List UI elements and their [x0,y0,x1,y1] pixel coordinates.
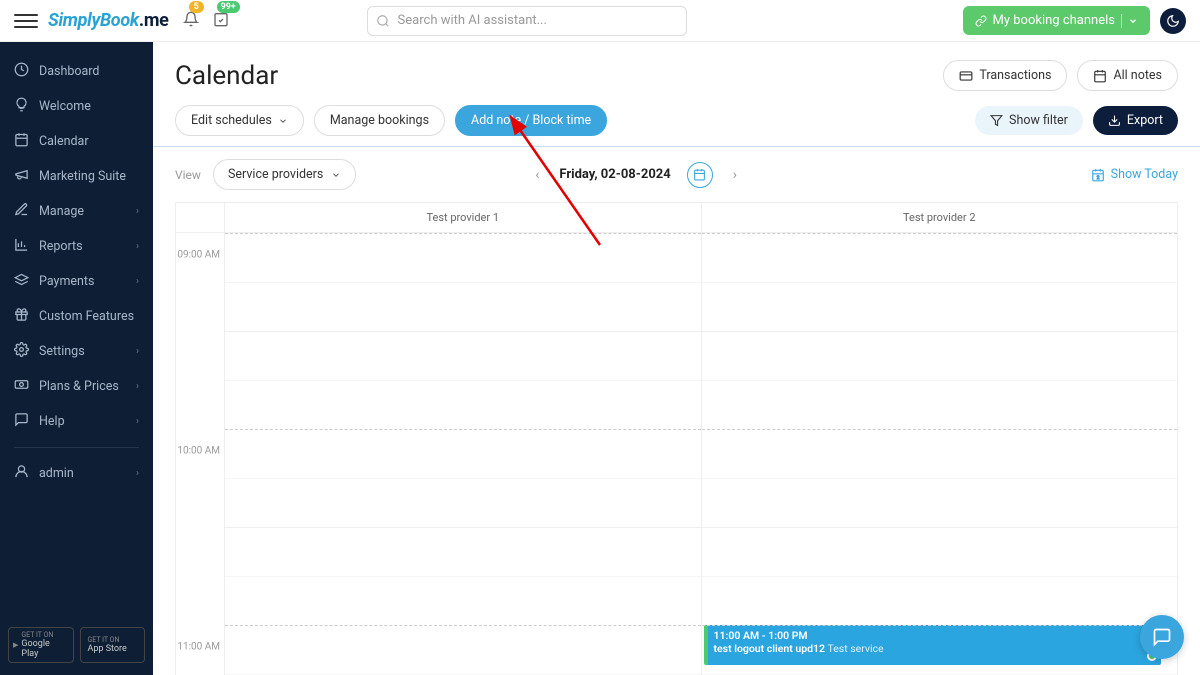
chevron-down-icon [331,170,341,180]
user-icon [14,464,29,483]
card-icon [959,69,973,83]
sidebar-item-label: Payments [39,274,94,289]
filter-icon [990,114,1003,127]
sidebar-item-reports[interactable]: Reports › [0,229,153,264]
sidebar-item-label: Help [39,414,65,429]
calendar-header: Test provider 1 Test provider 2 [175,202,1178,232]
wallet-icon [14,272,29,291]
search-icon [376,13,390,32]
edit-schedules-button[interactable]: Edit schedules [175,105,304,136]
sidebar-item-dashboard[interactable]: Dashboard [0,54,153,89]
prev-date-button[interactable]: ‹ [531,163,543,187]
sidebar-item-label: Reports [39,239,83,254]
topbar: SimplyBook.me 5 99+ My booking channels [0,0,1200,42]
hour-label: 10:00 AM [177,446,220,457]
sidebar-item-label: Calendar [39,134,89,149]
chevron-down-icon [278,116,288,126]
chevron-right-icon: › [136,276,139,287]
money-icon [14,377,29,396]
hour-label: 11:00 AM [177,642,220,653]
calendar-grid[interactable]: 09:00 AM 10:00 AM 11:00 AM 11:00 AM - 1:00… [175,232,1178,675]
sidebar-item-help[interactable]: Help › [0,404,153,439]
pencil-icon [14,202,29,221]
sidebar-item-calendar[interactable]: Calendar [0,124,153,159]
hour-label: 09:00 AM [177,250,220,261]
current-date: Friday, 02-08-2024 [559,167,670,182]
sidebar-item-payments[interactable]: Payments › [0,264,153,299]
sidebar-item-label: Manage [39,204,84,219]
chevron-right-icon: › [136,206,139,217]
gauge-icon [14,62,29,81]
chat-icon [14,412,29,431]
sidebar-item-label: Settings [39,344,85,359]
calendar-icon [693,168,706,181]
provider-column-header: Test provider 1 [224,203,701,232]
date-picker-button[interactable] [687,162,713,188]
moon-icon [1166,14,1180,28]
megaphone-icon [14,167,29,186]
manage-bookings-button[interactable]: Manage bookings [314,105,445,136]
chevron-right-icon: › [136,241,139,252]
provider-grid-2[interactable]: 11:00 AM - 1:00 PM test logout client up… [701,233,1178,675]
sidebar-item-plans-prices[interactable]: Plans & Prices › [0,369,153,404]
sidebar-item-custom-features[interactable]: Custom Features [0,299,153,334]
sidebar: Dashboard Welcome Calendar Marketing Suite M… [0,42,153,675]
sidebar-item-label: Plans & Prices [39,379,119,394]
chevron-right-icon: › [136,416,139,427]
theme-toggle-button[interactable] [1160,8,1186,34]
provider-grid-1[interactable] [224,233,701,675]
next-date-button[interactable]: › [729,163,741,187]
chevron-down-icon [1128,16,1138,26]
sidebar-item-label: Dashboard [39,64,99,79]
bulb-icon [14,97,29,116]
sidebar-item-marketing-suite[interactable]: Marketing Suite [0,159,153,194]
add-note-block-time-button[interactable]: Add note / Block time [455,105,607,136]
view-dropdown[interactable]: Service providers [213,159,356,190]
cal-badge: 99+ [217,1,240,13]
calendar-today-icon: 2 [1091,168,1105,182]
transactions-button[interactable]: Transactions [943,60,1067,91]
provider-column-header: Test provider 2 [701,203,1178,232]
play-icon: ▶ [13,641,18,649]
download-icon [1108,114,1121,127]
view-label: View [175,168,201,182]
logo-text: SimplyBook [48,10,139,31]
app-store-button[interactable]: GET IT ONApp Store [80,627,146,663]
all-notes-button[interactable]: All notes [1077,60,1178,91]
gear-icon [14,342,29,361]
show-filter-button[interactable]: Show filter [975,106,1083,135]
sidebar-item-label: Custom Features [39,309,134,324]
sidebar-item-label: admin [39,466,74,481]
notes-icon [1093,69,1107,83]
sidebar-item-admin[interactable]: admin › [0,456,153,491]
svg-text:2: 2 [1096,175,1099,181]
gift-icon [14,307,29,326]
chat-icon [1152,627,1172,647]
bell-badge: 5 [189,1,204,13]
sidebar-item-manage[interactable]: Manage › [0,194,153,229]
search-input[interactable] [367,6,687,36]
chevron-right-icon: › [136,381,139,392]
sidebar-item-label: Welcome [39,99,91,114]
main-content: Calendar Transactions All notes Edit sch… [153,42,1200,675]
calendar-icon [14,132,29,151]
search-container [367,6,687,36]
chevron-right-icon: › [136,468,139,479]
chart-icon [14,237,29,256]
sidebar-item-label: Marketing Suite [39,169,126,184]
page-title: Calendar [175,61,278,91]
sidebar-item-settings[interactable]: Settings › [0,334,153,369]
menu-button[interactable] [14,9,38,33]
logo[interactable]: SimplyBook.me [48,10,169,31]
booking-channels-button[interactable]: My booking channels [963,6,1150,35]
google-play-button[interactable]: ▶ GET IT ONGoogle Play [8,627,74,663]
export-button[interactable]: Export [1093,106,1178,135]
sidebar-item-welcome[interactable]: Welcome [0,89,153,124]
chevron-right-icon: › [136,346,139,357]
pending-bookings-icon[interactable]: 99+ [213,11,229,31]
show-today-button[interactable]: 2 Show Today [1091,167,1178,182]
chat-support-button[interactable] [1140,615,1184,659]
notifications-bell-icon[interactable]: 5 [183,11,199,31]
calendar-event[interactable]: 11:00 AM - 1:00 PM test logout client up… [704,625,1162,665]
